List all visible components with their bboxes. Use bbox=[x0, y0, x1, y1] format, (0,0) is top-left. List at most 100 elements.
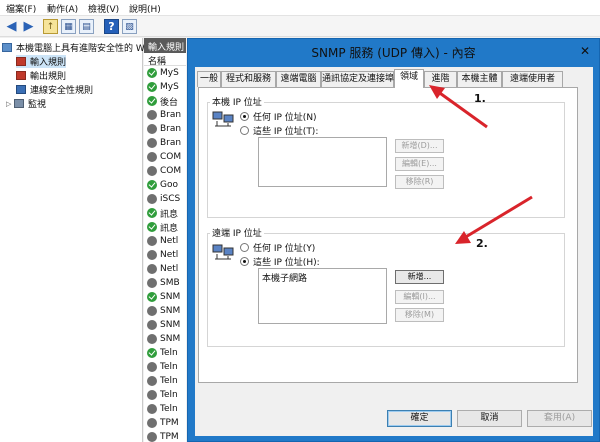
ok-button[interactable]: 確定 bbox=[387, 410, 452, 427]
disabled-rule-icon bbox=[147, 278, 157, 288]
rule-row[interactable]: Netl bbox=[144, 248, 186, 262]
menu-help[interactable]: 說明(H) bbox=[129, 2, 161, 15]
rule-row[interactable]: Netl bbox=[144, 262, 186, 276]
tree-item-monitoring[interactable]: ▷ 監視 bbox=[6, 97, 46, 110]
remote-ip-group-label: 遠端 IP 位址 bbox=[210, 226, 264, 239]
rule-row[interactable]: 訊息 bbox=[144, 206, 186, 220]
show-pane-icon[interactable]: ▨ bbox=[122, 19, 137, 34]
disabled-rule-icon bbox=[147, 390, 157, 400]
rule-name: Netl bbox=[160, 250, 179, 260]
back-arrow-icon[interactable]: ◀ bbox=[4, 19, 19, 34]
tab-programs-services[interactable]: 程式和服務 bbox=[221, 71, 276, 87]
remote-any-ip-radio[interactable]: 任何 IP 位址(Y) bbox=[240, 241, 315, 254]
rule-row[interactable]: iSCS bbox=[144, 192, 186, 206]
disabled-rule-icon bbox=[147, 250, 157, 260]
apply-button[interactable]: 套用(A) bbox=[527, 410, 592, 427]
rule-list: MyS MyS 後台 Bran Bran Bran COM COM Goo iSCS 訊息 訊息 Net… bbox=[144, 66, 186, 442]
rule-row[interactable]: TPM bbox=[144, 416, 186, 430]
tab-general[interactable]: 一般 bbox=[197, 71, 221, 87]
remote-add-button[interactable]: 新增... bbox=[395, 270, 444, 284]
rules-pane-title: 輸入規則 bbox=[144, 38, 186, 53]
scope-panel: 本機 IP 位址 任何 IP 位址(N) 這些 IP 位址(T): 新增(D).… bbox=[198, 87, 578, 383]
tab-local-principals[interactable]: 本機主體 bbox=[457, 71, 502, 87]
rule-row[interactable]: SNM bbox=[144, 290, 186, 304]
disabled-rule-icon bbox=[147, 124, 157, 134]
rule-row[interactable]: SNM bbox=[144, 332, 186, 346]
local-add-button[interactable]: 新增(D)... bbox=[395, 139, 444, 153]
rule-name: SNM bbox=[160, 292, 181, 302]
rule-row[interactable]: Bran bbox=[144, 108, 186, 122]
rule-row[interactable]: SMB bbox=[144, 276, 186, 290]
rule-name: Bran bbox=[160, 110, 182, 120]
rule-name: SNM bbox=[160, 320, 181, 330]
tab-protocols-ports[interactable]: 通訊協定及連接埠 bbox=[321, 71, 394, 87]
radio-label: 任何 IP 位址(Y) bbox=[253, 244, 316, 254]
expand-arrow-icon[interactable]: ▷ bbox=[6, 100, 14, 108]
rule-row[interactable]: 後台 bbox=[144, 94, 186, 108]
cancel-button[interactable]: 取消 bbox=[457, 410, 522, 427]
forward-arrow-icon[interactable]: ▶ bbox=[21, 19, 36, 34]
local-edit-button[interactable]: 編輯(E)... bbox=[395, 157, 444, 171]
dialog-titlebar[interactable]: SNMP 服務 (UDP 傳入) - 內容 ✕ bbox=[188, 39, 599, 64]
menu-file[interactable]: 檔案(F) bbox=[6, 2, 36, 15]
radio-indicator bbox=[240, 243, 249, 252]
tab-advanced[interactable]: 進階 bbox=[424, 71, 457, 87]
rule-row[interactable]: Teln bbox=[144, 360, 186, 374]
folder-up-icon[interactable]: ↑ bbox=[43, 19, 58, 34]
rule-row[interactable]: SNM bbox=[144, 304, 186, 318]
disabled-rule-icon bbox=[147, 418, 157, 428]
tree-item-outbound-rules[interactable]: 輸出規則 bbox=[16, 69, 66, 82]
local-ip-list[interactable] bbox=[258, 137, 387, 187]
console-tree-icon[interactable]: ▦ bbox=[61, 19, 76, 34]
remote-these-ip-radio[interactable]: 這些 IP 位址(H): bbox=[240, 255, 320, 268]
rule-row[interactable]: MyS bbox=[144, 80, 186, 94]
rule-row[interactable]: Teln bbox=[144, 402, 186, 416]
rule-row[interactable]: Bran bbox=[144, 122, 186, 136]
rule-row[interactable]: Teln bbox=[144, 388, 186, 402]
rule-row[interactable]: COM bbox=[144, 150, 186, 164]
local-any-ip-radio[interactable]: 任何 IP 位址(N) bbox=[240, 110, 317, 123]
menu-action[interactable]: 動作(A) bbox=[47, 2, 78, 15]
rule-row[interactable]: 訊息 bbox=[144, 220, 186, 234]
radio-label: 任何 IP 位址(N) bbox=[253, 113, 317, 123]
rule-row[interactable]: TPM bbox=[144, 430, 186, 442]
remote-ip-list[interactable]: 本機子網路 bbox=[258, 268, 387, 324]
dialog-title: SNMP 服務 (UDP 傳入) - 內容 bbox=[311, 46, 476, 60]
rule-row[interactable]: Bran bbox=[144, 136, 186, 150]
annotation-label-2: 2. bbox=[476, 237, 488, 250]
properties-icon[interactable]: ▤ bbox=[79, 19, 94, 34]
column-header-name[interactable]: 名稱 bbox=[144, 53, 186, 67]
rule-row[interactable]: Teln bbox=[144, 346, 186, 360]
local-these-ip-radio[interactable]: 這些 IP 位址(T): bbox=[240, 124, 318, 137]
rule-row[interactable]: Goo bbox=[144, 178, 186, 192]
tab-remote-computers[interactable]: 遠端電腦 bbox=[276, 71, 321, 87]
close-icon[interactable]: ✕ bbox=[578, 44, 592, 58]
enabled-rule-icon bbox=[147, 180, 157, 190]
tree-root[interactable]: 本機電腦上具有進階安全性的 W bbox=[2, 41, 145, 54]
remote-edit-button[interactable]: 編輯(I)... bbox=[395, 290, 444, 304]
remote-ip-group: 遠端 IP 位址 任何 IP 位址(Y) 這些 IP 位址(H): 本機子網路 bbox=[207, 226, 565, 347]
console-tree: 本機電腦上具有進階安全性的 W 輸入規則 輸出規則 連線安全性規則 ▷ 監視 bbox=[0, 38, 145, 442]
rule-row[interactable]: MyS bbox=[144, 66, 186, 80]
rule-row[interactable]: Netl bbox=[144, 234, 186, 248]
rule-name: MyS bbox=[160, 68, 179, 78]
tab-remote-users[interactable]: 遠端使用者 bbox=[502, 71, 563, 87]
rule-row[interactable]: COM bbox=[144, 164, 186, 178]
disabled-rule-icon bbox=[147, 152, 157, 162]
remote-remove-button[interactable]: 移除(M) bbox=[395, 308, 444, 322]
disabled-rule-icon bbox=[147, 320, 157, 330]
rule-row[interactable]: Teln bbox=[144, 374, 186, 388]
rule-name: SNM bbox=[160, 306, 181, 316]
toolbar: ◀ ▶ ↑ ▦ ▤ ? ▨ bbox=[0, 16, 600, 37]
rule-name: Teln bbox=[160, 390, 178, 400]
tree-item-inbound-rules[interactable]: 輸入規則 bbox=[16, 55, 67, 68]
help-icon[interactable]: ? bbox=[104, 19, 119, 34]
menu-view[interactable]: 檢視(V) bbox=[88, 2, 119, 15]
rule-name: 後台 bbox=[160, 97, 179, 108]
tab-scope[interactable]: 領域 bbox=[394, 69, 424, 88]
local-remove-button[interactable]: 移除(R) bbox=[395, 175, 444, 189]
tree-item-connection-security[interactable]: 連線安全性規則 bbox=[16, 83, 93, 96]
rule-row[interactable]: SNM bbox=[144, 318, 186, 332]
radio-indicator bbox=[240, 257, 249, 266]
list-item[interactable]: 本機子網路 bbox=[262, 271, 383, 284]
